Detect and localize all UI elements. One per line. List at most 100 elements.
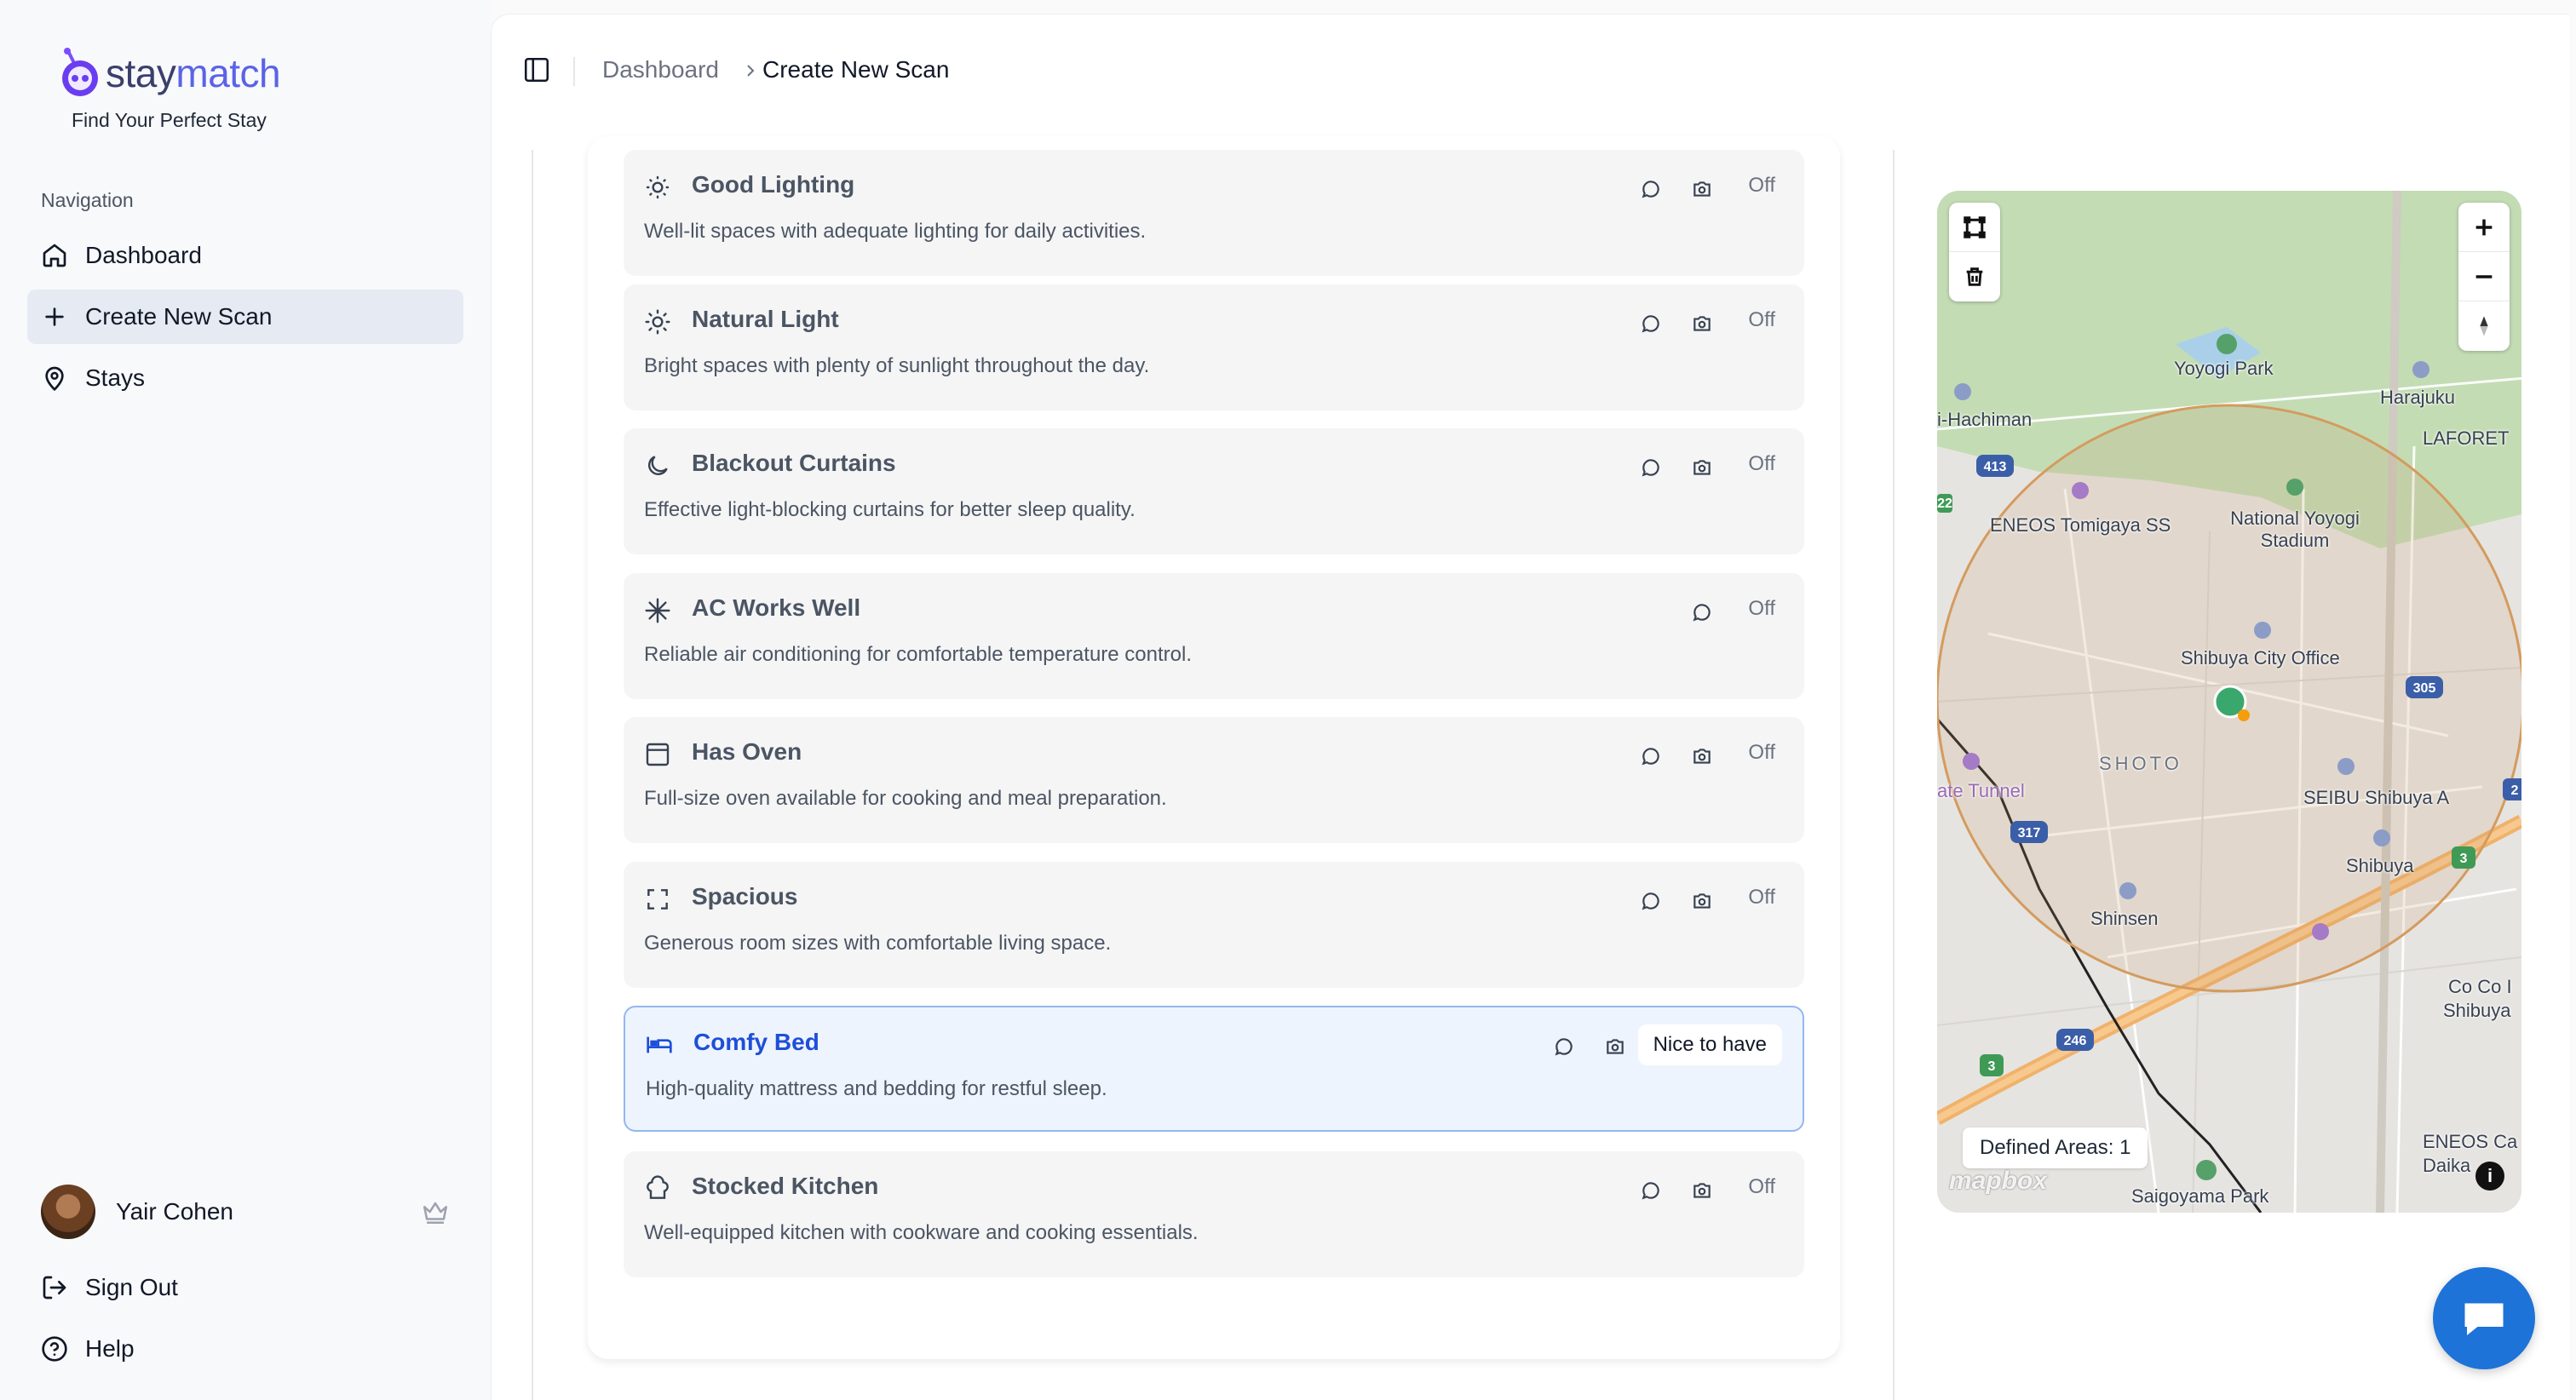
priority-toggle[interactable]: Off xyxy=(1748,886,1775,909)
trash-icon xyxy=(1966,267,1983,286)
sidebar-item-stays[interactable]: Stays xyxy=(27,351,463,405)
delete-area-button[interactable] xyxy=(1949,252,2000,301)
feature-description: Reliable air conditioning for comfortabl… xyxy=(644,643,1192,666)
message-icon xyxy=(1691,601,1713,623)
feature-row-comfy-bed[interactable]: Comfy Bed High-quality mattress and beddi… xyxy=(624,1006,1804,1132)
priority-toggle[interactable]: Off xyxy=(1748,452,1775,476)
message-icon xyxy=(1640,1179,1662,1202)
svg-text:317: 317 xyxy=(2018,826,2041,841)
priority-toggle[interactable]: Off xyxy=(1748,741,1775,765)
camera-icon xyxy=(1604,1036,1626,1058)
sign-out-label: Sign Out xyxy=(85,1274,178,1300)
svg-text:2: 2 xyxy=(2511,783,2519,798)
feature-row-has-oven[interactable]: Has Oven Full-size oven available for coo… xyxy=(624,717,1804,843)
snowflake-icon xyxy=(644,597,671,624)
oven-icon xyxy=(644,741,671,768)
svg-text:246: 246 xyxy=(2064,1034,2087,1048)
help-label: Help xyxy=(85,1335,135,1362)
comment-button[interactable] xyxy=(1634,884,1668,918)
compass-button[interactable] xyxy=(2458,301,2510,351)
map-label: ENEOS Tomigaya SS xyxy=(1990,514,2171,536)
svg-text:305: 305 xyxy=(2413,681,2436,696)
mapbox-logo[interactable]: mapbox xyxy=(1949,1167,2047,1196)
bed-icon xyxy=(646,1031,673,1059)
draw-polygon-button[interactable] xyxy=(1949,203,2000,252)
feature-title: Comfy Bed xyxy=(693,1029,819,1055)
map[interactable]: 413 305 317 246 3 3 2 22 Yoyogi Park Har… xyxy=(1937,191,2521,1213)
priority-toggle[interactable]: Off xyxy=(1748,308,1775,332)
priority-toggle[interactable]: Nice to have xyxy=(1637,1024,1782,1065)
sidebar-item-label: Stays xyxy=(85,364,146,391)
breadcrumb-dashboard[interactable]: Dashboard xyxy=(602,55,719,84)
user-name: Yair Cohen xyxy=(116,1198,234,1225)
photo-button[interactable] xyxy=(1685,307,1719,341)
photo-button[interactable] xyxy=(1685,1173,1719,1208)
svg-text:3: 3 xyxy=(1988,1059,1996,1074)
map-label: SEIBU Shibuya A xyxy=(2303,787,2450,808)
photo-button[interactable] xyxy=(1685,450,1719,485)
comment-button[interactable] xyxy=(1634,739,1668,773)
feature-row-stocked-kitchen[interactable]: Stocked Kitchen Well-equipped kitchen wit… xyxy=(624,1151,1804,1277)
feature-description: High-quality mattress and bedding for re… xyxy=(646,1077,1107,1100)
sign-out-link[interactable]: Sign Out xyxy=(41,1266,178,1309)
feature-row-blackout-curtains[interactable]: Blackout Curtains Effective light-blockin… xyxy=(624,428,1804,554)
sidebar-item-dashboard[interactable]: Dashboard xyxy=(27,228,463,283)
priority-toggle[interactable]: Off xyxy=(1748,1175,1775,1199)
priority-toggle[interactable]: Off xyxy=(1748,597,1775,621)
feature-description: Bright spaces with plenty of sunlight th… xyxy=(644,354,1150,377)
log-out-icon xyxy=(43,1276,66,1300)
photo-button[interactable] xyxy=(1598,1030,1632,1064)
comment-button[interactable] xyxy=(1685,595,1719,629)
plus-icon xyxy=(45,307,64,326)
moon-icon xyxy=(644,452,671,479)
map-canvas[interactable]: 413 305 317 246 3 3 2 22 xyxy=(1937,191,2521,1213)
zoom-controls xyxy=(2458,203,2510,351)
chevron-right-icon xyxy=(747,65,755,77)
help-link[interactable]: Help xyxy=(41,1328,135,1370)
nav-heading: Navigation xyxy=(41,189,134,211)
expand-icon xyxy=(644,886,671,913)
map-info-button[interactable]: i xyxy=(2475,1162,2504,1191)
comment-button[interactable] xyxy=(1634,1173,1668,1208)
feature-title: Spacious xyxy=(692,883,798,909)
map-label: Co Co I xyxy=(2448,976,2512,997)
comment-button[interactable] xyxy=(1634,307,1668,341)
chat-button[interactable] xyxy=(2433,1267,2535,1369)
user-profile[interactable]: Yair Cohen xyxy=(41,1184,450,1240)
map-label: i-Hachiman xyxy=(1937,409,2033,430)
message-icon xyxy=(1640,890,1662,912)
sun-icon xyxy=(644,308,671,336)
map-label: Saigoyama Park xyxy=(2131,1185,2269,1207)
photo-button[interactable] xyxy=(1685,884,1719,918)
map-label: Yoyogi Park xyxy=(2174,358,2274,379)
map-label: National Yoyogi Stadium xyxy=(2230,508,2360,551)
comment-button[interactable] xyxy=(1634,172,1668,206)
zoom-in-button[interactable] xyxy=(2458,203,2510,252)
zoom-out-button[interactable] xyxy=(2458,252,2510,301)
feature-title: Natural Light xyxy=(692,306,839,332)
feature-row-spacious[interactable]: Spacious Generous room sizes with comfort… xyxy=(624,862,1804,988)
camera-icon xyxy=(1691,890,1713,912)
comment-button[interactable] xyxy=(1634,450,1668,485)
photo-button[interactable] xyxy=(1685,739,1719,773)
feature-row-ac-works-well[interactable]: AC Works Well Reliable air conditioning f… xyxy=(624,573,1804,699)
sidebar: staymatch Find Your Perfect Stay Navigat… xyxy=(0,0,491,1400)
sidebar-toggle-icon[interactable] xyxy=(522,55,551,84)
compass-icon xyxy=(2480,316,2488,336)
comment-button[interactable] xyxy=(1547,1030,1581,1064)
feature-title: Blackout Curtains xyxy=(692,450,896,476)
camera-icon xyxy=(1691,313,1713,335)
feature-title: Has Oven xyxy=(692,738,802,765)
sidebar-item-create-new-scan[interactable]: Create New Scan xyxy=(27,290,463,344)
map-pin-icon xyxy=(45,366,64,392)
map-label: Harajuku xyxy=(2380,387,2456,408)
map-label: ENEOS Ca xyxy=(2423,1131,2518,1152)
photo-button[interactable] xyxy=(1685,172,1719,206)
feature-row-natural-light[interactable]: Natural Light Bright spaces with plenty o… xyxy=(624,284,1804,410)
feature-row-good-lighting[interactable]: Good Lighting Well-lit spaces with adequa… xyxy=(624,150,1804,276)
priority-toggle[interactable]: Off xyxy=(1748,174,1775,198)
svg-text:413: 413 xyxy=(1984,460,2007,474)
brand[interactable]: staymatch Find Your Perfect Stay xyxy=(56,48,281,131)
map-label: ate Tunnel xyxy=(1937,780,2025,801)
feature-description: Well-equipped kitchen with cookware and … xyxy=(644,1221,1199,1244)
